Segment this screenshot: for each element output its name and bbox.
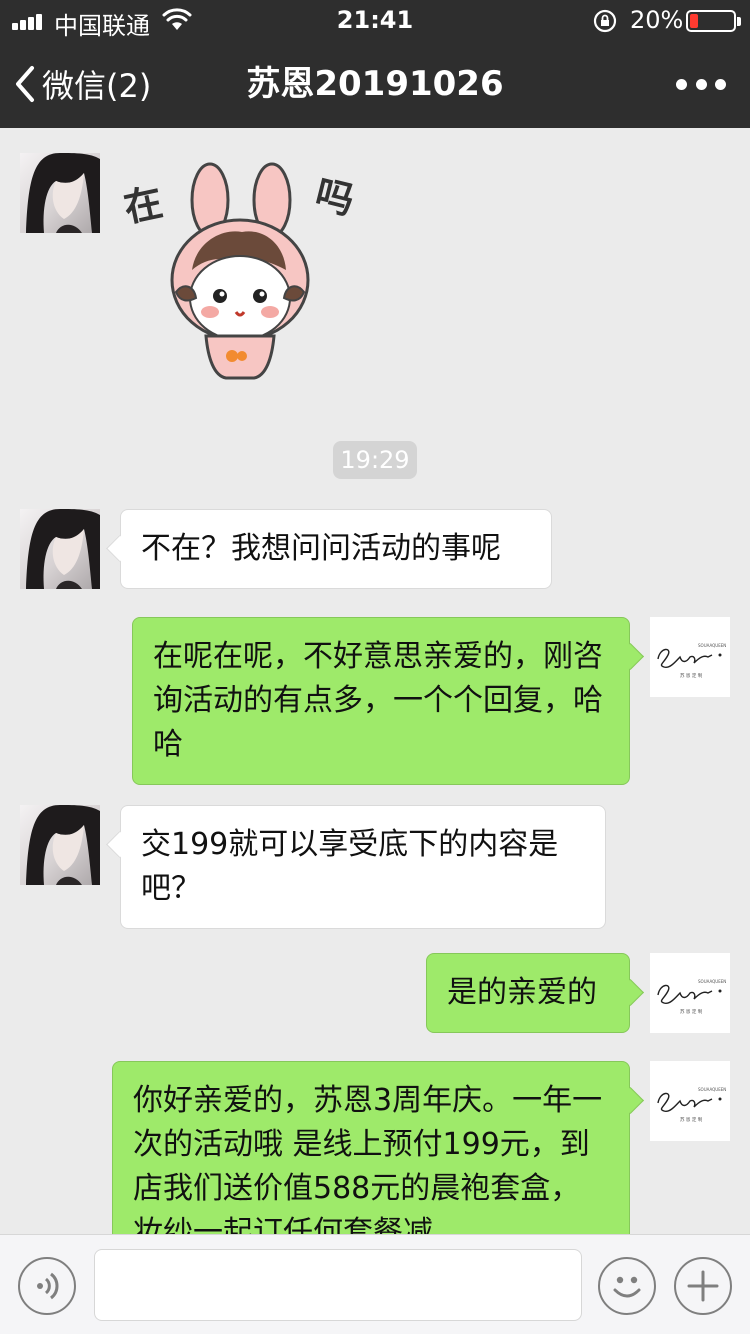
battery-level-fill [690,14,698,28]
more-button[interactable] [676,68,726,100]
sent-message-bubble[interactable]: 你好亲爱的，苏恩3周年庆。一年一次的活动哦 是线上预付199元，到店我们送价值5… [112,1061,630,1234]
contact-avatar[interactable] [20,509,100,589]
dot-icon [715,78,726,90]
battery-icon [686,10,741,32]
my-avatar[interactable]: SOUAAQUEEN 苏 恩 定 制 [650,1061,730,1141]
sticker-text-right: 吗 [311,171,359,223]
dot-icon [676,78,687,90]
sticker-text-left: 在 [120,180,166,231]
brand-line1: SOUAAQUEEN [698,643,726,648]
chat-area[interactable]: 在 吗 19:29 不在？我想问问活动的事呢 在呢在呢，不好意思亲爱的，刚咨询活… [0,128,750,1234]
contact-photo [26,153,100,233]
contact-photo [26,509,100,589]
brand-logo: SOUAAQUEEN 苏 恩 定 制 [657,643,726,679]
header: 中国联通 21:41 20% 微信(2) 苏恩20191026 [0,0,750,128]
message-input[interactable] [94,1249,582,1321]
my-avatar[interactable]: SOUAAQUEEN 苏 恩 定 制 [650,617,730,697]
smiley-icon [613,1276,641,1298]
sent-message-bubble[interactable]: 在呢在呢，不好意思亲爱的，刚咨询活动的有点多，一个个回复，哈哈 [132,617,630,785]
brand-line2: 苏 恩 定 制 [680,1008,703,1015]
status-bar: 中国联通 21:41 20% [0,0,750,40]
battery-percent: 20% [630,6,684,34]
contact-avatar[interactable] [20,153,100,233]
brand-line1: SOUAAQUEEN [698,979,726,984]
rotation-lock-icon [593,9,617,33]
voice-icon [37,1272,59,1300]
my-avatar[interactable]: SOUAAQUEEN 苏 恩 定 制 [650,953,730,1033]
emoji-button[interactable] [598,1257,656,1315]
plus-icon [687,1270,719,1302]
brand-logo: SOUAAQUEEN 苏 恩 定 制 [657,1087,726,1123]
received-message-bubble[interactable]: 交199就可以享受底下的内容是吧？ [120,805,606,929]
brand-line2: 苏 恩 定 制 [680,1116,703,1123]
brand-line1: SOUAAQUEEN [698,1087,726,1092]
voice-input-button[interactable] [18,1257,76,1315]
message-timestamp: 19:29 [333,441,417,479]
contact-photo [26,805,100,885]
received-message-bubble[interactable]: 不在？我想问问活动的事呢 [120,509,552,589]
contact-avatar[interactable] [20,805,100,885]
dot-icon [695,78,707,90]
brand-line2: 苏 恩 定 制 [680,672,703,679]
sent-message-bubble[interactable]: 是的亲爱的 [426,953,630,1033]
bunny-sticker: 在 吗 [120,162,359,380]
chat-title: 苏恩20191026 [246,64,504,104]
more-functions-button[interactable] [674,1257,732,1315]
nav-bar: 微信(2) 苏恩20191026 [0,40,750,128]
brand-logo: SOUAAQUEEN 苏 恩 定 制 [657,979,726,1015]
input-bar [0,1234,750,1334]
